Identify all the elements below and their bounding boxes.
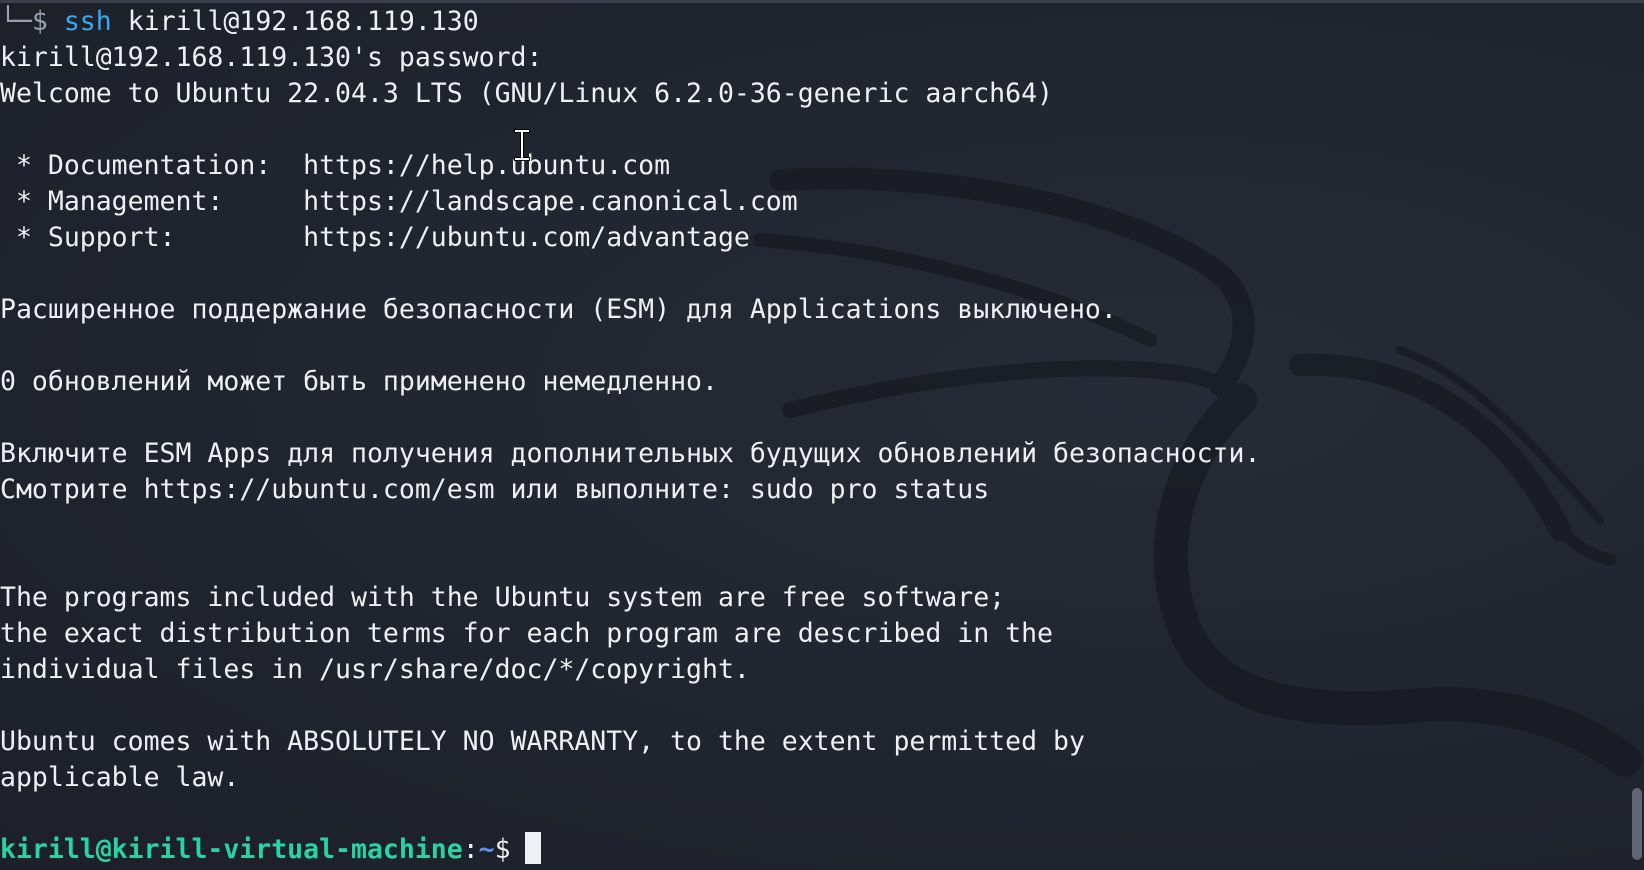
output-line: 0 обновлений может быть применено немедл… xyxy=(0,366,718,397)
window-top-border xyxy=(0,0,1644,3)
output-line: applicable law. xyxy=(0,762,240,793)
shell-prompt[interactable]: kirill@kirill-virtual-machine:~$ xyxy=(0,832,1260,868)
output-line: kirill@192.168.119.130's password: xyxy=(0,42,543,73)
prompt-separator: : xyxy=(462,834,479,865)
output-line: * Support: https://ubuntu.com/advantage xyxy=(0,222,750,253)
prompt-user-host: kirill@kirill-virtual-machine xyxy=(0,834,463,865)
ssh-command: ssh xyxy=(63,6,112,37)
output-line: Расширенное поддержание безопасности (ES… xyxy=(0,294,1117,325)
text-cursor xyxy=(524,832,541,864)
output-line: individual files in /usr/share/doc/*/cop… xyxy=(0,654,750,685)
output-line: Ubuntu comes with ABSOLUTELY NO WARRANTY… xyxy=(0,726,1085,757)
output-line: Смотрите https://ubuntu.com/esm или выпо… xyxy=(0,474,990,505)
scrollbar-thumb[interactable] xyxy=(1632,788,1642,860)
output-line: the exact distribution terms for each pr… xyxy=(0,618,1053,649)
i-beam-cursor-icon xyxy=(514,129,530,161)
output-line: Welcome to Ubuntu 22.04.3 LTS (GNU/Linux… xyxy=(0,78,1053,109)
prompt-dollar: $ xyxy=(494,834,511,865)
output-line: * Documentation: https://help.ubuntu.com xyxy=(0,150,671,181)
output-line: Включите ESM Apps для получения дополнит… xyxy=(0,438,1261,469)
output-line: * Management: https://landscape.canonica… xyxy=(0,186,798,217)
ssh-command-line: └─$ ssh kirill@192.168.119.130 xyxy=(0,4,1260,40)
ssh-command-args: kirill@192.168.119.130 xyxy=(127,6,479,37)
prompt-tree-glyph: └─$ xyxy=(0,6,48,37)
output-line: The programs included with the Ubuntu sy… xyxy=(0,582,1006,613)
prompt-path: ~ xyxy=(478,834,495,865)
terminal-output: └─$ ssh kirill@192.168.119.130 kirill@19… xyxy=(0,4,1260,868)
terminal-window[interactable]: └─$ ssh kirill@192.168.119.130 kirill@19… xyxy=(0,0,1644,870)
